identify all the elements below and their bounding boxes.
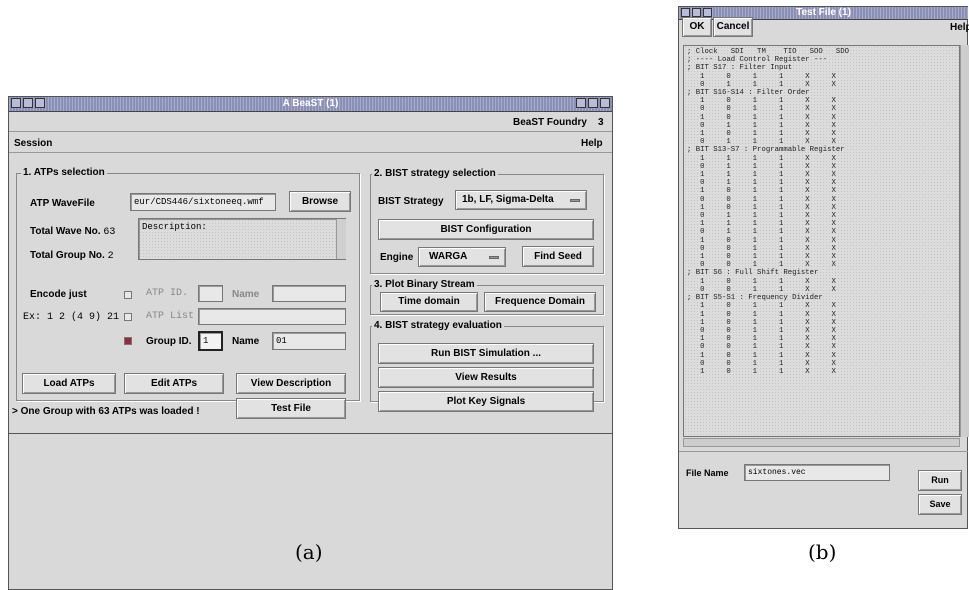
engine-value: WARGA bbox=[429, 251, 468, 262]
total-group-label-text: Total Group No. bbox=[30, 250, 105, 261]
horizontal-scrollbar[interactable] bbox=[683, 438, 960, 447]
atp-wavefile-label: ATP WaveFile bbox=[30, 198, 95, 209]
engine-label: Engine bbox=[380, 252, 414, 263]
minimize-icon[interactable] bbox=[576, 98, 586, 108]
menu-session[interactable]: Session bbox=[14, 138, 52, 149]
atp-list-label: ATP List bbox=[146, 311, 195, 322]
vertical-scrollbar[interactable] bbox=[960, 45, 969, 437]
beast-titlebar[interactable]: A BeaST (1) bbox=[9, 97, 612, 112]
caption-a: (a) bbox=[295, 540, 323, 564]
engine-chevron-down-icon bbox=[489, 256, 499, 259]
total-wave-value: 63 bbox=[103, 227, 116, 238]
atp-wavefile-input[interactable]: eur/CDS446/sixtoneeq.wmf bbox=[130, 193, 276, 211]
example-label: Ex: 1 2 (4 9) 21 bbox=[23, 312, 120, 323]
menu-bar bbox=[9, 132, 612, 153]
save-button[interactable]: Save bbox=[918, 494, 962, 515]
ok-button[interactable]: OK bbox=[682, 17, 712, 37]
atp-id-checkbox[interactable] bbox=[124, 291, 132, 299]
total-wave-label: Total Wave No. 63 bbox=[30, 226, 115, 238]
file-name-divider bbox=[679, 451, 968, 452]
plot-binary-stream-title: 3. Plot Binary Stream bbox=[372, 279, 477, 290]
description-textarea[interactable]: Description: bbox=[138, 218, 346, 260]
total-group-value: 2 bbox=[107, 251, 114, 262]
test-file-content-area[interactable]: ; Clock SDI TM TIO SOO SDO ; ---- Load C… bbox=[683, 45, 960, 437]
total-wave-label-text: Total Wave No. bbox=[30, 226, 101, 237]
atp-name-input[interactable] bbox=[272, 285, 346, 302]
test-file-content: ; Clock SDI TM TIO SOO SDO ; ---- Load C… bbox=[687, 48, 850, 376]
caption-b: (b) bbox=[808, 540, 837, 564]
run-button[interactable]: Run bbox=[918, 470, 962, 491]
tf-window-shade-icon[interactable] bbox=[692, 8, 701, 17]
description-text: Description: bbox=[142, 222, 207, 232]
bist-configuration-button[interactable]: BIST Configuration bbox=[378, 219, 594, 240]
file-name-input[interactable]: sixtones.vec bbox=[744, 464, 890, 481]
view-results-button[interactable]: View Results bbox=[378, 367, 594, 388]
menu-help[interactable]: Help bbox=[581, 138, 603, 149]
brand-number: 3 bbox=[598, 117, 604, 128]
bist-evaluation-title: 4. BIST strategy evaluation bbox=[372, 320, 504, 331]
group-id-input[interactable]: 1 bbox=[198, 331, 223, 351]
browse-button[interactable]: Browse bbox=[289, 191, 351, 212]
maximize-icon[interactable] bbox=[588, 98, 598, 108]
frequence-domain-button[interactable]: Frequence Domain bbox=[484, 292, 596, 312]
bist-strategy-select[interactable]: 1b, LF, Sigma-Delta bbox=[455, 190, 587, 210]
beast-title: A BeaST (1) bbox=[282, 98, 339, 109]
engine-select[interactable]: WARGA bbox=[418, 247, 506, 267]
encode-just-label: Encode just bbox=[30, 289, 87, 300]
file-name-label: File Name bbox=[686, 468, 729, 478]
time-domain-button[interactable]: Time domain bbox=[380, 292, 478, 312]
atp-selection-title: 1. ATPs selection bbox=[21, 167, 107, 178]
tf-window-menu-icon[interactable] bbox=[681, 8, 690, 17]
test-file-button[interactable]: Test File bbox=[236, 398, 346, 419]
atp-name-label: Name bbox=[232, 289, 260, 300]
edit-atps-button[interactable]: Edit ATPs bbox=[124, 373, 224, 394]
bist-strategy-value: 1b, LF, Sigma-Delta bbox=[462, 194, 554, 205]
cancel-button[interactable]: Cancel bbox=[713, 17, 753, 37]
bist-strategy-title: 2. BIST strategy selection bbox=[372, 168, 498, 179]
close-icon[interactable] bbox=[600, 98, 610, 108]
atp-id-label: ATP ID. bbox=[146, 288, 189, 299]
status-message: > One Group with 63 ATPs was loaded ! bbox=[12, 406, 200, 417]
bist-strategy-label: BIST Strategy bbox=[378, 196, 444, 207]
tf-window-stick-icon[interactable] bbox=[703, 8, 712, 17]
view-description-button[interactable]: View Description bbox=[236, 373, 346, 394]
atp-list-checkbox[interactable] bbox=[124, 313, 132, 321]
window-menu-icon[interactable] bbox=[11, 98, 21, 108]
plot-key-signals-button[interactable]: Plot Key Signals bbox=[378, 391, 594, 412]
window-shade-icon[interactable] bbox=[23, 98, 33, 108]
group-name-label: Name bbox=[232, 336, 260, 347]
group-name-input[interactable]: 01 bbox=[272, 332, 346, 350]
run-bist-simulation-button[interactable]: Run BIST Simulation ... bbox=[378, 343, 594, 364]
atp-list-input[interactable] bbox=[198, 308, 346, 325]
group-id-label: Group ID. bbox=[146, 336, 192, 347]
brand-name: BeaST Foundry bbox=[513, 117, 587, 128]
group-id-checkbox[interactable] bbox=[124, 337, 132, 345]
test-file-help[interactable]: Help bbox=[950, 22, 969, 33]
find-seed-button[interactable]: Find Seed bbox=[522, 246, 594, 267]
window-stick-icon[interactable] bbox=[35, 98, 45, 108]
chevron-down-icon bbox=[570, 199, 580, 202]
total-group-label: Total Group No. 2 bbox=[30, 250, 114, 262]
load-atps-button[interactable]: Load ATPs bbox=[22, 373, 116, 394]
atp-id-input[interactable] bbox=[198, 285, 223, 302]
description-scrollbar[interactable] bbox=[336, 219, 346, 259]
